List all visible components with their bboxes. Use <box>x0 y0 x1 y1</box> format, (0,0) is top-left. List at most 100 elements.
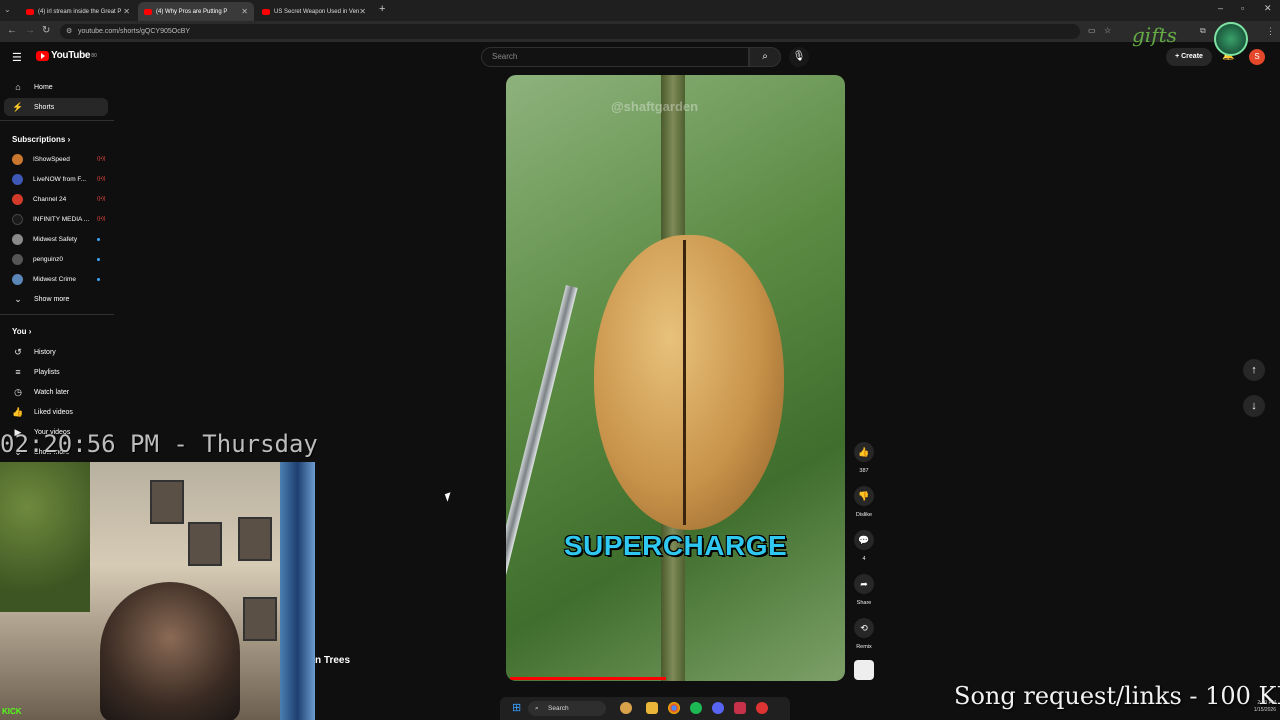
search-icon: ⌕ <box>762 51 768 62</box>
reload-icon[interactable]: ↻ <box>42 25 50 37</box>
sidebar-item-shorts[interactable]: ⚡ Shorts <box>4 98 108 116</box>
tab-search-icon[interactable]: ⌄ <box>4 5 11 14</box>
sidebar-item-playlists[interactable]: ≡ Playlists <box>4 363 108 381</box>
tray-time: 2:20 PM <box>1257 700 1276 706</box>
youtube-favicon-icon <box>262 8 270 15</box>
search-button[interactable]: ⌕ <box>749 47 781 67</box>
close-window-icon[interactable]: ✕ <box>1264 3 1272 14</box>
remix-button[interactable]: ⟲ Remix <box>852 618 876 650</box>
video-progress-bar[interactable] <box>510 677 666 680</box>
sidebar-item-liked-videos[interactable]: 👍 Liked videos <box>4 403 108 421</box>
youtube-favicon-icon <box>26 8 34 15</box>
home-icon: ⌂ <box>15 82 21 92</box>
share-label: Share <box>856 600 872 606</box>
system-clock[interactable]: 2:20 PM 1/15/2026 <box>1240 700 1276 714</box>
account-avatar[interactable]: S <box>1249 49 1265 65</box>
youtube-logo[interactable]: YouTube 80 <box>36 50 97 61</box>
bookmark-star-icon[interactable]: ☆ <box>1104 25 1111 37</box>
sidebar-item-home[interactable]: ⌂ Home <box>4 78 108 96</box>
search-input[interactable]: Search <box>481 47 749 67</box>
subscription-item[interactable]: LiveNOW from F... ((•)) <box>4 170 105 188</box>
browser-menu-icon[interactable]: ⋮ <box>1266 25 1275 37</box>
subscription-item[interactable]: Midwest Crime <box>4 270 100 288</box>
close-tab-icon[interactable]: ✕ <box>359 7 366 16</box>
extensions-icon[interactable]: ⧉ <box>1200 25 1206 37</box>
taskbar-app-icon[interactable] <box>734 702 746 714</box>
previous-short-button[interactable]: ↑ <box>1243 359 1265 381</box>
create-label: Create <box>1181 53 1203 60</box>
short-title[interactable]: n Trees <box>315 655 350 666</box>
channel-name: Channel 24 <box>33 195 67 203</box>
you-heading-label: You <box>12 327 27 336</box>
video-watermark: @shaftgarden <box>611 99 699 114</box>
chrome-icon[interactable] <box>668 702 680 714</box>
channel-name: Midwest Crime <box>33 275 76 283</box>
taskbar-app-icon[interactable] <box>620 702 632 714</box>
sound-thumbnail[interactable] <box>854 660 874 680</box>
wall-photo <box>243 597 277 641</box>
share-button[interactable]: ➦ Share <box>852 574 876 606</box>
potato <box>594 235 784 530</box>
sidebar-item-watch-later[interactable]: ◷ Watch later <box>4 383 108 401</box>
new-content-dot <box>97 237 100 241</box>
sidebar-item-history[interactable]: ↺ History <box>4 343 108 361</box>
thumbs-up-icon: 👍 <box>854 442 874 462</box>
create-button[interactable]: + Create <box>1166 48 1212 66</box>
voice-search-button[interactable]: 🎙 <box>789 47 809 67</box>
history-icon: ↺ <box>14 346 22 357</box>
sidebar-item-label: Liked videos <box>34 408 73 416</box>
subscriptions-heading-label: Subscriptions <box>12 135 66 144</box>
minimize-icon[interactable]: – <box>1218 3 1223 13</box>
video-caption: SUPERCHARGE <box>563 530 788 561</box>
subscriptions-heading[interactable]: Subscriptions › <box>12 135 70 144</box>
channel-name: LiveNOW from F... <box>33 175 87 183</box>
file-explorer-icon[interactable] <box>646 702 658 714</box>
live-indicator-icon: ((•)) <box>97 156 106 162</box>
tab-0[interactable]: (4) irl stream inside the Great P ✕ <box>20 2 136 21</box>
subscription-item[interactable]: Channel 24 ((•)) <box>4 190 105 208</box>
playlists-icon: ≡ <box>15 367 21 377</box>
sidebar-item-label: Playlists <box>34 368 60 376</box>
site-info-icon[interactable]: ⚙ <box>66 24 72 39</box>
streamer <box>100 582 240 720</box>
new-tab-button[interactable]: + <box>379 3 385 15</box>
tab-1[interactable]: (4) Why Pros are Putting P ✕ <box>138 2 254 21</box>
channel-avatar <box>12 233 23 245</box>
you-heading[interactable]: You › <box>12 327 31 336</box>
comments-button[interactable]: 💬 4 <box>852 530 876 562</box>
subscriptions-show-more[interactable]: ⌄ Show more <box>4 290 108 308</box>
browser-tab-bar: ⌄ (4) irl stream inside the Great P ✕ (4… <box>0 0 1280 21</box>
sidebar-divider <box>0 120 114 121</box>
taskbar-search-label: Search <box>548 705 569 712</box>
back-icon[interactable]: ← <box>7 25 17 37</box>
subscription-item[interactable]: INFINITY MEDIA ... ((•)) <box>4 210 105 228</box>
url-text: youtube.com/shorts/gQCY905OcBY <box>78 28 191 35</box>
cast-icon[interactable]: ▭ <box>1088 25 1096 37</box>
curtain <box>280 462 315 720</box>
dislike-button[interactable]: 👎 Dislike <box>852 486 876 518</box>
short-video-player[interactable]: @shaftgarden SUPERCHARGE <box>506 75 845 681</box>
channel-avatar <box>12 213 23 225</box>
next-short-button[interactable]: ↓ <box>1243 395 1265 417</box>
show-more-label: Show more <box>34 295 70 303</box>
url-field[interactable]: ⚙ youtube.com/shorts/gQCY905OcBY <box>60 24 1080 39</box>
forward-icon[interactable]: → <box>25 25 35 37</box>
subscription-item[interactable]: Midwest Safety <box>4 230 100 248</box>
tray-date: 1/15/2026 <box>1253 707 1276 713</box>
subscription-item[interactable]: IShowSpeed ((•)) <box>4 150 105 168</box>
song-request-overlay: Song request/links - 100 KICKs <box>954 682 1280 710</box>
spotify-icon[interactable] <box>690 702 702 714</box>
close-tab-icon[interactable]: ✕ <box>123 7 130 16</box>
taskbar-search[interactable]: ⌕ Search <box>528 701 606 716</box>
youtube-favicon-icon <box>144 8 152 15</box>
windows-start-icon[interactable]: ⊞ <box>512 701 521 714</box>
subscription-item[interactable]: penguinz0 <box>4 250 100 268</box>
taskbar-app-icon[interactable] <box>756 702 768 714</box>
youtube-play-icon <box>36 50 49 61</box>
tab-2[interactable]: US Secret Weapon Used in Ven ✕ <box>256 2 372 21</box>
maximize-icon[interactable]: ▫ <box>1241 3 1244 13</box>
close-tab-icon[interactable]: ✕ <box>241 7 248 16</box>
hamburger-menu-icon[interactable]: ☰ <box>12 51 22 64</box>
like-button[interactable]: 👍 387 <box>852 442 876 474</box>
discord-icon[interactable] <box>712 702 724 714</box>
